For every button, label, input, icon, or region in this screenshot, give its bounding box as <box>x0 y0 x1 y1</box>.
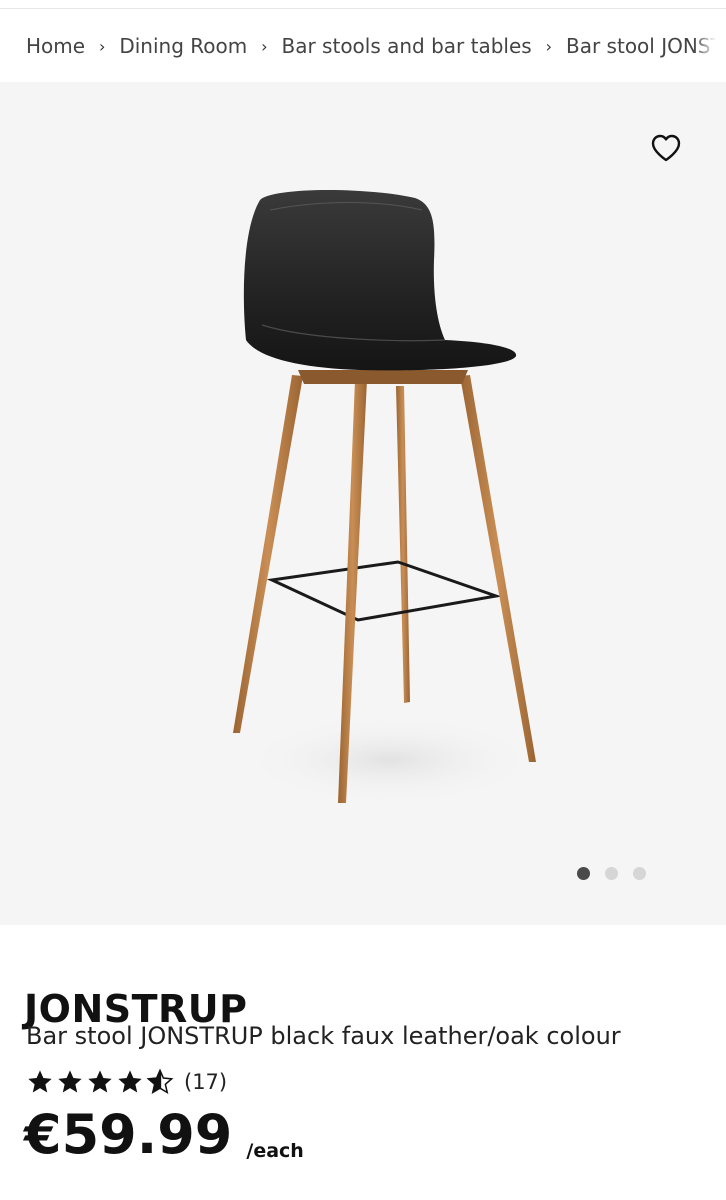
product-description: Bar stool JONSTRUP black faux leather/oa… <box>26 1022 621 1050</box>
breadcrumb-current[interactable]: Bar stool JONSTRUP <box>566 34 716 58</box>
chevron-right-icon: › <box>261 36 268 56</box>
breadcrumb-bar-stools[interactable]: Bar stools and bar tables <box>282 34 532 58</box>
star-full-icon <box>88 1070 112 1093</box>
breadcrumb: Home › Dining Room › Bar stools and bar … <box>26 30 716 62</box>
product-image[interactable] <box>200 180 560 820</box>
price-unit: /each <box>246 1140 304 1162</box>
pagination-dot[interactable] <box>577 867 590 880</box>
pagination-dot[interactable] <box>633 867 646 880</box>
star-half-icon <box>146 1068 174 1095</box>
product-rating[interactable]: (17) <box>26 1068 227 1096</box>
favorite-button[interactable] <box>646 128 686 168</box>
star-full-icon <box>58 1070 82 1093</box>
breadcrumb-home[interactable]: Home <box>26 34 85 58</box>
star-full-icon <box>28 1070 52 1093</box>
pagination-dot[interactable] <box>605 867 618 880</box>
chevron-right-icon: › <box>99 36 106 56</box>
product-price: €59.99 /each <box>24 1100 304 1170</box>
image-pagination <box>577 867 646 880</box>
heart-outline-icon <box>651 134 681 162</box>
breadcrumb-dining-room[interactable]: Dining Room <box>119 34 247 58</box>
chevron-right-icon: › <box>545 36 553 56</box>
top-divider <box>0 0 726 9</box>
review-count[interactable]: (17) <box>184 1070 227 1094</box>
price-value: €59.99 <box>24 1103 233 1166</box>
rating-stars <box>26 1068 174 1096</box>
star-full-icon <box>118 1070 142 1093</box>
